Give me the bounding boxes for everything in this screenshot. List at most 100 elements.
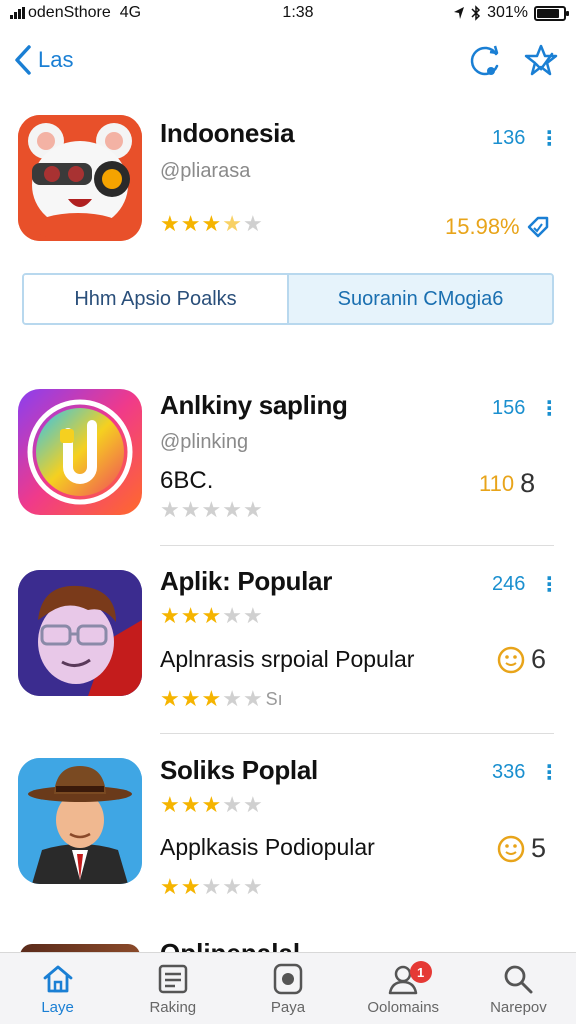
- star-icon: ★: [242, 874, 263, 899]
- tab-account[interactable]: 1 Oolomains: [346, 953, 461, 1024]
- battery-fill: [537, 8, 560, 18]
- tab-ranking[interactable]: Raking: [115, 953, 230, 1024]
- more-icon[interactable]: ⋮: [539, 126, 560, 151]
- music-note-icon: [18, 389, 142, 515]
- tab-search-label: Narepov: [490, 999, 547, 1016]
- divider: [160, 733, 554, 734]
- app-rating-2: ★ ★ ★ ★ ★: [160, 605, 263, 627]
- app-desc-3: Applkasis Podiopular: [160, 834, 375, 860]
- next-app-title-peek: Oplinenalal: [160, 938, 300, 952]
- app-count-label-3: 336: [492, 761, 526, 783]
- more-icon[interactable]: ⋮: [539, 572, 560, 597]
- divider: [160, 545, 554, 546]
- star-icon: ★: [201, 686, 222, 711]
- status-right: 301%: [426, 4, 569, 22]
- app-right-2: 6: [497, 644, 546, 675]
- star-icon: ★: [242, 603, 263, 628]
- featured-right-label: 15.98%: [445, 214, 520, 239]
- app-right-num-2: 6: [531, 644, 547, 674]
- app-icon-3[interactable]: [18, 758, 142, 884]
- star-icon: ★: [201, 874, 222, 899]
- battery-icon: [534, 5, 569, 21]
- app-title-2[interactable]: Aplik: Popular: [160, 566, 332, 597]
- tag-icon[interactable]: [526, 215, 550, 239]
- back-label: Las: [38, 47, 74, 72]
- network-label: 4G: [119, 4, 142, 21]
- app-desc-2: Aplnrasis srpoial Popular: [160, 646, 415, 672]
- app-rating2-2: ★ ★ ★ ★ ★ Sı: [160, 688, 283, 710]
- tab-bar: Laye Raking Paya 1 Oolomains Narepov: [0, 952, 576, 1024]
- star-icon: ★: [242, 686, 263, 711]
- status-bar: odenSthore 4G 1:38 301%: [0, 0, 576, 26]
- bluetooth-icon: [471, 5, 481, 21]
- tab-ranking-label: Raking: [149, 999, 197, 1016]
- star-icon: ★: [180, 211, 201, 236]
- tab-search[interactable]: Narepov: [461, 953, 576, 1024]
- featured-right-value: 15.98%: [445, 214, 550, 240]
- star-icon: ★: [201, 497, 222, 522]
- more-icon[interactable]: ⋮: [539, 396, 560, 421]
- star-icon: ★: [180, 874, 201, 899]
- app-rating2-suffix-2: Sı: [265, 689, 283, 709]
- star-icon: ★: [160, 874, 180, 899]
- tab-home[interactable]: Laye: [0, 953, 115, 1024]
- star-icon: ★: [160, 686, 180, 711]
- featured-app-rating: ★ ★ ★ ★ ★: [160, 213, 263, 235]
- notification-badge: 1: [409, 961, 432, 983]
- app-count-label-1: 156: [492, 397, 526, 419]
- star-icon: ★: [242, 792, 263, 817]
- app-right-3: 5: [497, 833, 546, 864]
- app-rating2-3: ★ ★ ★ ★ ★: [160, 876, 263, 898]
- nav-bar: Las: [0, 36, 576, 88]
- battery-label: 301%: [487, 4, 528, 21]
- location-icon: [454, 7, 465, 19]
- app-detail-1: 6BC.: [160, 467, 214, 494]
- cowboy-avatar-icon: [18, 758, 142, 884]
- tab-pay[interactable]: Paya: [230, 953, 345, 1024]
- app-title-1[interactable]: Anlkiny sapling: [160, 390, 348, 421]
- segment-right[interactable]: Suoranin CMogia6: [287, 275, 552, 323]
- signal-icon: [10, 7, 25, 19]
- star-icon: ★: [160, 211, 180, 236]
- smiley-icon: [497, 835, 525, 862]
- status-time: 1:38: [282, 4, 314, 21]
- carrier-label: odenSthore: [28, 4, 111, 21]
- star-icon: ★: [201, 603, 222, 628]
- star-share-icon[interactable]: [522, 42, 560, 80]
- avatar-glasses-icon: [18, 570, 142, 696]
- segment-left[interactable]: Hhm Apsio Poalks: [24, 275, 287, 323]
- app-count-3: 336 ⋮: [492, 760, 560, 785]
- refresh-icon[interactable]: [466, 42, 504, 80]
- featured-app-title[interactable]: Indoonesia: [160, 118, 295, 149]
- smiley-icon: [497, 646, 525, 673]
- star-icon: ★: [180, 686, 201, 711]
- tab-account-label: Oolomains: [367, 999, 440, 1016]
- chevron-left-icon: [15, 45, 31, 75]
- star-icon: ★: [242, 211, 263, 236]
- app-right-label-1: 110: [479, 470, 515, 496]
- more-icon[interactable]: ⋮: [539, 760, 560, 785]
- star-icon: ★: [180, 792, 201, 817]
- star-icon: ★: [222, 874, 242, 899]
- back-button[interactable]: Las: [14, 44, 73, 76]
- app-rating-1: ★ ★ ★ ★ ★: [160, 499, 263, 521]
- home-icon: [43, 965, 72, 993]
- pay-icon: [273, 963, 303, 995]
- star-icon: ★: [222, 792, 242, 817]
- app-rating-3: ★ ★ ★ ★ ★: [160, 794, 263, 816]
- app-icon-2[interactable]: [18, 570, 142, 696]
- featured-count-label: 136: [492, 127, 526, 149]
- status-left: odenSthore 4G: [10, 4, 210, 22]
- star-icon: ★: [180, 603, 201, 628]
- star-icon: ★: [201, 211, 222, 236]
- app-icon-1[interactable]: [18, 389, 142, 515]
- featured-app-icon[interactable]: [18, 115, 142, 241]
- star-icon: ★: [180, 497, 201, 522]
- star-icon: ★: [222, 686, 242, 711]
- star-icon: ★: [160, 603, 180, 628]
- app-right-1: 110 8: [479, 468, 535, 499]
- app-count-label-2: 246: [492, 573, 526, 595]
- star-icon: ★: [222, 211, 242, 236]
- app-title-3[interactable]: Soliks Poplal: [160, 755, 318, 786]
- app-count-1: 156 ⋮: [492, 396, 560, 421]
